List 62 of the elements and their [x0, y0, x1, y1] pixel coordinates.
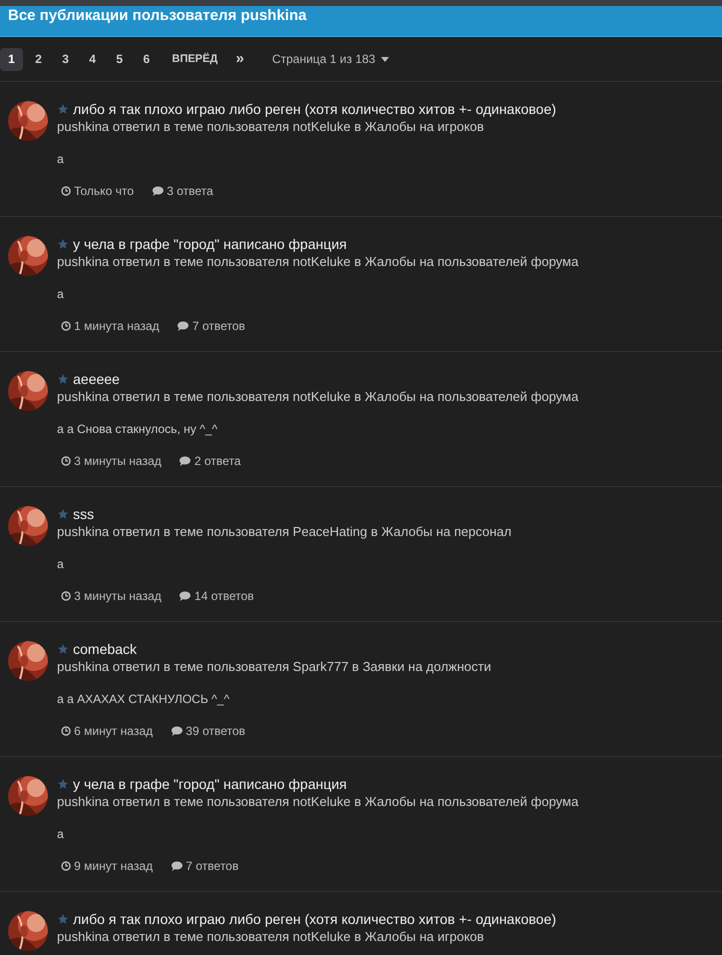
post-title[interactable]: comeback [73, 638, 137, 660]
page-title: Все публикации пользователя pushkina [8, 6, 307, 25]
post-time: 3 минуты назад [74, 453, 162, 470]
star-icon [57, 103, 69, 115]
post-time: 9 минут назад [74, 858, 153, 875]
star-icon [57, 373, 69, 385]
post-time: 3 минуты назад [74, 588, 162, 605]
reply-count: 7 ответов [192, 318, 246, 335]
page-link[interactable]: 4 [81, 48, 104, 70]
post-title[interactable]: либо я так плохо играю либо реген (хотя количество хитов +- одинаковое) [73, 98, 556, 120]
comment-icon [170, 861, 183, 871]
post-context: pushkina ответил в теме пользователя notKeluke в Жалобы на пользователей форума [57, 793, 578, 811]
post-context: pushkina ответил в теме пользователя notKeluke в Жалобы на пользователей форума [57, 388, 578, 406]
post-title[interactable]: либо я так плохо играю либо реген (хотя количество хитов +- одинаковое) [73, 908, 556, 930]
comment-icon [170, 726, 183, 736]
post-title[interactable]: у чела в графе "город" написано франция [73, 234, 347, 254]
post-time: Только что [74, 183, 134, 200]
post-title[interactable]: aeeeee [73, 368, 120, 390]
star-icon [57, 778, 69, 790]
clock-icon [61, 456, 71, 466]
clock-icon [61, 186, 71, 196]
post-excerpt: а [57, 151, 65, 168]
post-time: 6 минут назад [74, 723, 153, 740]
star-icon [57, 508, 69, 520]
page-jump-dropdown[interactable]: Страница 1 из 183 [272, 50, 390, 68]
star-icon [57, 913, 69, 925]
caret-icon [381, 56, 390, 62]
post-excerpt: а а АХАХАХ СТАКНУЛОСЬ ^_^ [57, 691, 230, 708]
post-title[interactable]: sss [73, 504, 94, 524]
post-excerpt: а а Снова стакнулось, ну ^_^ [57, 421, 219, 438]
post-context: pushkina ответил в теме пользователя Spark777 в Заявки на должности [57, 658, 492, 676]
post-title[interactable]: у чела в графе "город" написано франция [73, 774, 347, 794]
page-link[interactable]: 6 [135, 48, 158, 70]
post-context: pushkina ответил в теме пользователя notKeluke в Жалобы на пользователей форума [57, 253, 578, 271]
post-context: pushkina ответил в теме пользователя notKeluke в Жалобы на игроков [57, 928, 485, 946]
reply-count: 2 ответа [194, 453, 241, 470]
comment-icon [152, 186, 164, 196]
page-link[interactable]: 3 [54, 48, 77, 70]
page-link[interactable]: 5 [108, 48, 131, 70]
clock-icon [61, 321, 71, 331]
post-time: 1 минута назад [74, 318, 160, 335]
last-page-link[interactable]: » [236, 48, 244, 70]
post-excerpt: а [57, 826, 65, 843]
clock-icon [61, 591, 71, 601]
post-excerpt: а [57, 286, 65, 303]
reply-count: 7 ответов [186, 858, 239, 875]
post-context: pushkina ответил в теме пользователя notKeluke в Жалобы на игроков [57, 118, 485, 136]
reply-count: 3 ответа [166, 183, 214, 200]
comment-icon [179, 591, 192, 601]
page-link[interactable]: 1 [0, 48, 23, 70]
clock-icon [61, 726, 71, 736]
reply-count: 14 ответов [194, 588, 254, 605]
reply-count: 39 ответов [186, 723, 246, 740]
page-link[interactable]: 2 [27, 48, 50, 70]
post-excerpt: а [57, 556, 65, 573]
star-icon [57, 238, 69, 250]
post-context: pushkina ответил в теме пользователя PeaceHating в Жалобы на персонал [57, 523, 512, 541]
comment-icon [179, 456, 192, 466]
comment-icon [177, 321, 190, 331]
star-icon [57, 643, 69, 655]
clock-icon [61, 861, 71, 871]
next-link[interactable]: ВПЕРЁД [172, 50, 218, 68]
